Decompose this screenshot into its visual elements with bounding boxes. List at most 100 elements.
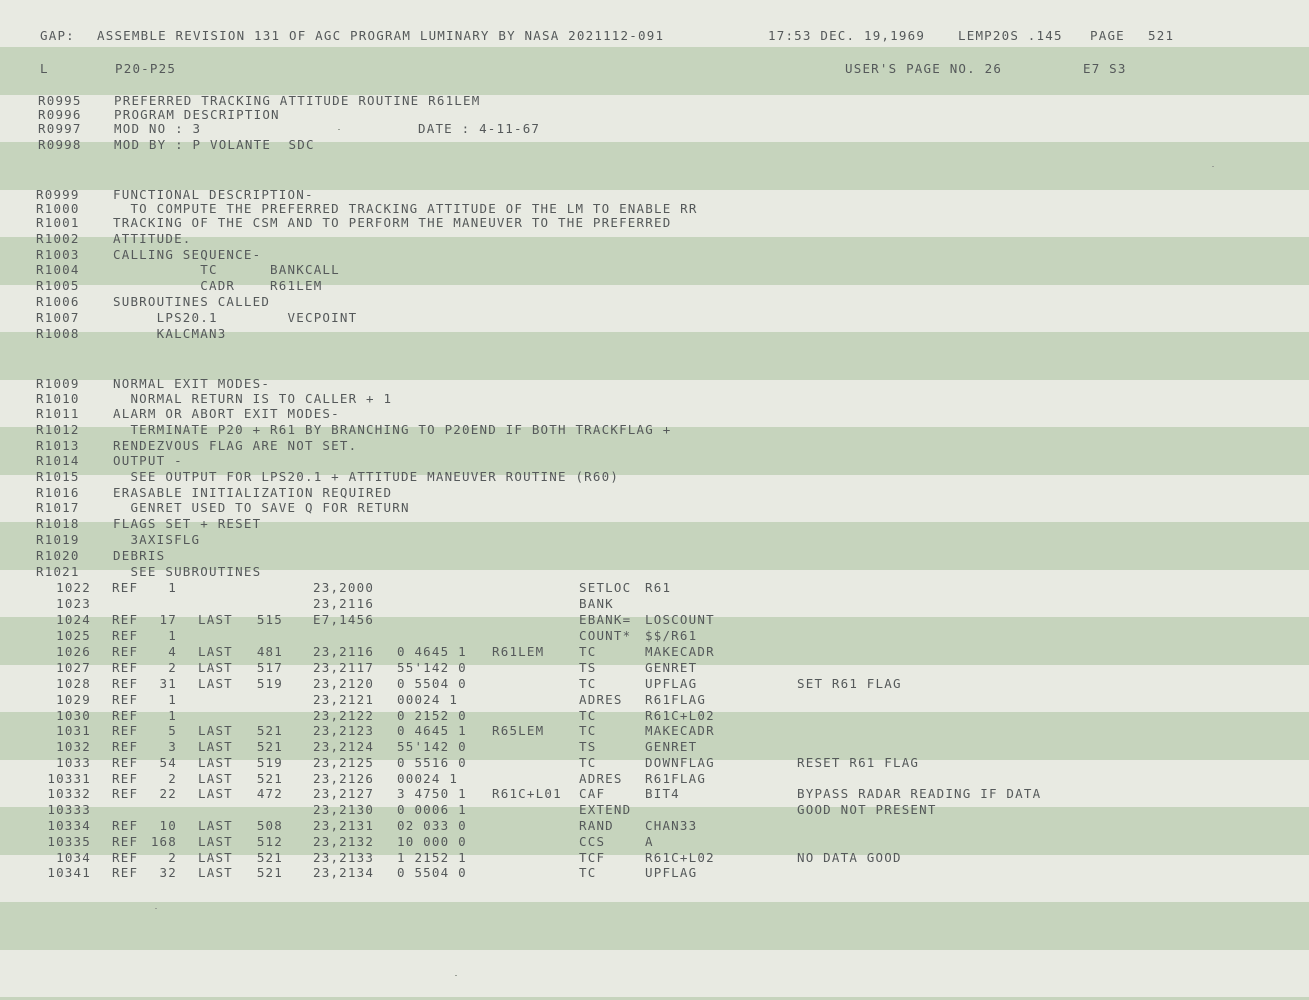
code-line-number: 1024 [56, 612, 91, 627]
code-comment: BYPASS RADAR READING IF DATA [797, 786, 1042, 801]
code-line-number: 1029 [56, 692, 91, 707]
ref-label: REF [112, 818, 139, 833]
opcode: TC [579, 865, 597, 880]
ref-count: 31 [159, 676, 177, 691]
code-line: 10334 REF 10 LAST 508 23,2131 02 033 0 RAND CHAN… [0, 818, 1309, 834]
opcode: TS [579, 660, 597, 675]
desc-line: R1008 KALCMAN3 [0, 326, 1309, 342]
desc-line-id: R1021 [36, 564, 80, 579]
ref-count: 32 [159, 865, 177, 880]
ref-label: REF [112, 786, 139, 801]
ref-label: REF [112, 708, 139, 723]
operand: LOSCOUNT [645, 612, 715, 627]
page-label: PAGE [1090, 28, 1125, 43]
ref-label: REF [112, 739, 139, 754]
desc-line-id: R0997 [38, 121, 82, 136]
ref-count: 1 [168, 628, 177, 643]
opcode: ADRES [579, 771, 623, 786]
desc-line-text: GENRET USED TO SAVE Q FOR RETURN [113, 500, 410, 515]
ref-count: 5 [168, 723, 177, 738]
desc-line-text: DEBRIS [113, 548, 166, 563]
code-line: 10341 REF 32 LAST 521 23,2134 0 5504 0 TC UPFLAG [0, 865, 1309, 881]
code-line-number: 10331 [47, 771, 91, 786]
operand: R61 [645, 580, 672, 595]
opcode: TCF [579, 850, 606, 865]
desc-line: R1004 TC BANKCALL [0, 262, 1309, 278]
memory-address: 23,2131 [313, 818, 375, 833]
desc-line-text: ATTITUDE. [113, 231, 192, 246]
operand: BIT4 [645, 786, 680, 801]
desc-line-id: R1015 [36, 469, 80, 484]
desc-line-text: 3AXISFLG [113, 532, 201, 547]
subheader-l: L [40, 61, 49, 76]
code-label: R65LEM [492, 723, 545, 738]
code-line: 1030 REF 1 23,2122 0 2152 0 TC R61C+L02 [0, 708, 1309, 724]
last-page: 508 [256, 818, 283, 833]
paper-speck [455, 975, 457, 976]
code-line: 10335 REF 168 LAST 512 23,2132 10 000 0 CCS A [0, 834, 1309, 850]
ref-label: REF [112, 771, 139, 786]
last-label: LAST [198, 771, 233, 786]
opcode: ADRES [579, 692, 623, 707]
desc-line-id: R1002 [36, 231, 80, 246]
octal-word: 00024 1 [397, 692, 459, 707]
last-page: 521 [256, 771, 283, 786]
operand: MAKECADR [645, 644, 715, 659]
code-line: 1028 REF 31 LAST 519 23,2120 0 5504 0 TC UPFLAG S… [0, 676, 1309, 692]
desc-line-id: R1007 [36, 310, 80, 325]
desc-line-id: R1019 [36, 532, 80, 547]
desc-line-text: ERASABLE INITIALIZATION REQUIRED [113, 485, 393, 500]
page-number: 521 [1148, 28, 1175, 43]
memory-address: 23,2121 [313, 692, 375, 707]
opcode: CAF [579, 786, 606, 801]
paper-speck [1212, 166, 1214, 167]
operand: R61FLAG [645, 692, 707, 707]
code-line-number: 10341 [47, 865, 91, 880]
code-line: 1023 23,2116 BANK [0, 596, 1309, 612]
code-line: 10333 23,2130 0 0006 1 EXTEND GOOD NOT PRESE… [0, 802, 1309, 818]
last-page: 521 [256, 850, 283, 865]
code-line-number: 1028 [56, 676, 91, 691]
opcode: SETLOC [579, 580, 632, 595]
code-line: 10331 REF 2 LAST 521 23,2126 00024 1 ADRES R61FL… [0, 771, 1309, 787]
operand: CHAN33 [645, 818, 698, 833]
desc-line-id: R1013 [36, 438, 80, 453]
octal-word: 1 2152 1 [397, 850, 467, 865]
operand: A [645, 834, 654, 849]
memory-address: 23,2116 [313, 644, 375, 659]
desc-line: R1010 NORMAL RETURN IS TO CALLER + 1 [0, 391, 1309, 407]
desc-line-id: R1004 [36, 262, 80, 277]
desc-line-text: TRACKING OF THE CSM AND TO PERFORM THE M… [113, 215, 672, 230]
code-line-number: 1031 [56, 723, 91, 738]
desc-line-id: R1003 [36, 247, 80, 262]
opcode: TC [579, 644, 597, 659]
last-label: LAST [198, 612, 233, 627]
desc-line-text: CALLING SEQUENCE- [113, 247, 262, 262]
desc-line: R1015 SEE OUTPUT FOR LPS20.1 + ATTITUDE … [0, 469, 1309, 485]
desc-line: R1018 FLAGS SET + RESET [0, 516, 1309, 532]
code-line: 1025 REF 1 COUNT* $$/R61 [0, 628, 1309, 644]
desc-line: R1019 3AXISFLG [0, 532, 1309, 548]
desc-line-text: MOD BY : P VOLANTE SDC [114, 137, 315, 152]
desc-line-text: LPS20.1 VECPOINT [113, 310, 358, 325]
operand: UPFLAG [645, 676, 698, 691]
operand: $$/R61 [645, 628, 698, 643]
ref-count: 17 [159, 612, 177, 627]
bank-id: E7 S3 [1083, 61, 1127, 76]
octal-word: 0 5504 0 [397, 865, 467, 880]
ref-label: REF [112, 660, 139, 675]
desc-line-id: R1020 [36, 548, 80, 563]
opcode: CCS [579, 834, 606, 849]
desc-line-text: MOD NO : 3 [114, 121, 202, 136]
paper-speck [338, 129, 340, 130]
operand: GENRET [645, 660, 698, 675]
desc-line: R1003 CALLING SEQUENCE- [0, 247, 1309, 263]
desc-line: R1009 NORMAL EXIT MODES- [0, 376, 1309, 392]
print-time: 17:53 DEC. 19,1969 [768, 28, 926, 43]
memory-address: 23,2123 [313, 723, 375, 738]
desc-line-id: R1006 [36, 294, 80, 309]
ref-label: REF [112, 692, 139, 707]
opcode: TC [579, 755, 597, 770]
memory-address: 23,2125 [313, 755, 375, 770]
last-label: LAST [198, 739, 233, 754]
